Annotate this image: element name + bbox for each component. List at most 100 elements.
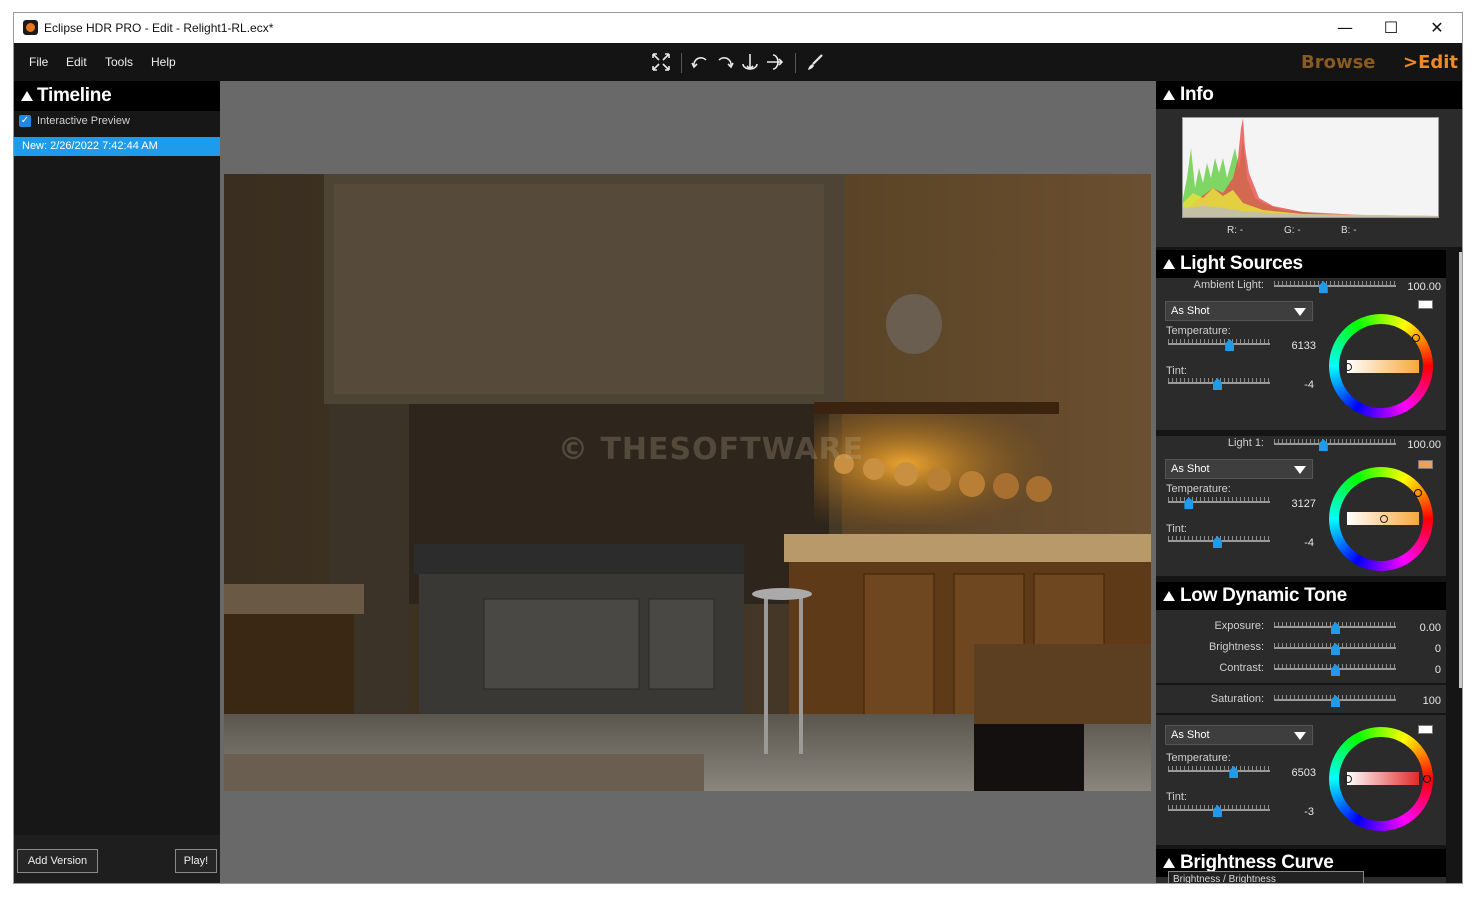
tone-temperature-slider[interactable] bbox=[1168, 766, 1270, 778]
timeline-panel: Timeline ✓ Interactive Preview New: 2/26… bbox=[14, 81, 220, 883]
tone-preset-value: As Shot bbox=[1171, 729, 1210, 741]
contrast-slider[interactable] bbox=[1274, 664, 1396, 676]
tone-color-bar[interactable] bbox=[1347, 772, 1419, 785]
menu-file[interactable]: File bbox=[29, 55, 48, 69]
tone-temperature-value: 6503 bbox=[1291, 767, 1316, 779]
rotate-left-icon[interactable] bbox=[690, 52, 710, 72]
contrast-label: Contrast: bbox=[1219, 662, 1264, 674]
light1-color-marker[interactable] bbox=[1380, 515, 1388, 523]
image-canvas[interactable]: © THESOFTWARE bbox=[220, 81, 1156, 883]
ambient-preset-dropdown[interactable]: As Shot bbox=[1165, 301, 1313, 321]
light1-slider[interactable] bbox=[1274, 439, 1396, 451]
exposure-value: 0.00 bbox=[1419, 622, 1441, 634]
interactive-preview-checkbox[interactable]: ✓ bbox=[19, 115, 31, 127]
app-logo-icon bbox=[23, 20, 38, 35]
add-version-button[interactable]: Add Version bbox=[17, 849, 98, 873]
ambient-color-marker[interactable] bbox=[1344, 363, 1352, 371]
info-header[interactable]: Info bbox=[1156, 81, 1462, 109]
histogram bbox=[1182, 117, 1439, 218]
brightness-slider[interactable] bbox=[1274, 643, 1396, 655]
kitchen-photo[interactable]: © THESOFTWARE bbox=[224, 174, 1151, 791]
collapse-triangle-icon[interactable] bbox=[1163, 259, 1175, 269]
ambient-tint-value: -4 bbox=[1304, 379, 1314, 391]
flip-vertical-icon[interactable] bbox=[740, 52, 760, 72]
collapse-triangle-icon[interactable] bbox=[1163, 591, 1175, 601]
light1-preset-value: As Shot bbox=[1171, 463, 1210, 475]
g-readout: G: - bbox=[1284, 225, 1301, 236]
light-sources-title: Light Sources bbox=[1180, 253, 1303, 274]
edit-mode-link[interactable]: >Edit bbox=[1403, 52, 1458, 73]
tone-temperature-label: Temperature: bbox=[1166, 752, 1231, 764]
fit-screen-icon[interactable] bbox=[651, 52, 671, 72]
low-dynamic-tone-header[interactable]: Low Dynamic Tone bbox=[1156, 582, 1446, 610]
menu-help[interactable]: Help bbox=[151, 55, 176, 69]
light1-temperature-slider[interactable] bbox=[1168, 497, 1270, 509]
ambient-preset-value: As Shot bbox=[1171, 305, 1210, 317]
browse-mode-link[interactable]: Browse bbox=[1301, 52, 1376, 73]
window-title: Eclipse HDR PRO - Edit - Relight1-RL.ecx… bbox=[44, 21, 274, 35]
interactive-preview-label: Interactive Preview bbox=[37, 115, 130, 127]
brightness-label: Brightness: bbox=[1208, 641, 1264, 653]
flip-horizontal-icon[interactable] bbox=[765, 52, 785, 72]
collapse-triangle-icon[interactable] bbox=[1163, 90, 1175, 100]
tone-preset-dropdown[interactable]: As Shot bbox=[1165, 725, 1313, 745]
tone-color-marker[interactable] bbox=[1344, 775, 1352, 783]
menu-bar: File Edit Tools Help Browse >Edit bbox=[14, 43, 1462, 81]
ambient-temperature-slider[interactable] bbox=[1168, 339, 1270, 351]
brush-icon[interactable] bbox=[805, 52, 825, 72]
brightness-curve-mode-dropdown[interactable]: Brightness / Brightness bbox=[1168, 871, 1364, 883]
info-section: R: - G: - B: - bbox=[1156, 109, 1462, 247]
ambient-tint-slider[interactable] bbox=[1168, 378, 1270, 390]
toolbar-separator bbox=[681, 53, 682, 73]
saturation-section: Saturation: 100 bbox=[1156, 685, 1446, 713]
play-button[interactable]: Play! bbox=[175, 849, 217, 873]
chevron-down-icon bbox=[1294, 308, 1306, 316]
timeline-header[interactable]: Timeline bbox=[14, 81, 220, 111]
ambient-color-bar[interactable] bbox=[1347, 360, 1419, 373]
light1-color-swatch[interactable] bbox=[1418, 460, 1433, 469]
light1-preset-dropdown[interactable]: As Shot bbox=[1165, 459, 1313, 479]
low-dynamic-tone-title: Low Dynamic Tone bbox=[1180, 585, 1347, 606]
light1-tint-value: -4 bbox=[1304, 537, 1314, 549]
menu-edit[interactable]: Edit bbox=[66, 55, 87, 69]
tone-tint-label: Tint: bbox=[1166, 791, 1187, 803]
tone-hue-marker[interactable] bbox=[1423, 775, 1431, 783]
tone-tint-slider[interactable] bbox=[1168, 805, 1270, 817]
maximize-button[interactable]: ☐ bbox=[1368, 13, 1414, 43]
tone-color-swatch[interactable] bbox=[1418, 725, 1433, 734]
ambient-temperature-value: 6133 bbox=[1291, 340, 1316, 352]
exposure-slider[interactable] bbox=[1274, 622, 1396, 634]
saturation-value: 100 bbox=[1422, 695, 1441, 707]
app-window: Eclipse HDR PRO - Edit - Relight1-RL.ecx… bbox=[13, 12, 1463, 884]
toolbar-separator bbox=[795, 53, 796, 73]
light-sources-header[interactable]: Light Sources bbox=[1156, 250, 1446, 278]
info-title: Info bbox=[1180, 84, 1214, 105]
saturation-slider[interactable] bbox=[1274, 695, 1396, 707]
light1-tint-slider[interactable] bbox=[1168, 536, 1270, 548]
photo-image bbox=[224, 174, 1151, 791]
right-panel-scrollbar[interactable] bbox=[1459, 252, 1462, 688]
light1-tint-label: Tint: bbox=[1166, 523, 1187, 535]
exposure-label: Exposure: bbox=[1214, 620, 1264, 632]
timeline-entry[interactable]: New: 2/26/2022 7:42:44 AM bbox=[14, 137, 220, 156]
collapse-triangle-icon[interactable] bbox=[1163, 858, 1175, 868]
tone-color-section: As Shot Temperature: 6503 Tint: -3 bbox=[1156, 715, 1446, 845]
ambient-light-label: Ambient Light: bbox=[1193, 279, 1264, 291]
tone-sliders-section: Exposure: 0.00 Brightness: 0 Contrast: 0 bbox=[1156, 610, 1446, 683]
light1-section: Light 1: 100.00 As Shot Temperature: 312… bbox=[1156, 436, 1446, 576]
light1-temperature-label: Temperature: bbox=[1166, 483, 1231, 495]
r-readout: R: - bbox=[1227, 225, 1244, 236]
collapse-triangle-icon[interactable] bbox=[21, 91, 33, 101]
rotate-right-icon[interactable] bbox=[715, 52, 735, 72]
minimize-button[interactable]: — bbox=[1322, 13, 1368, 43]
adjustments-panel: Info R: - G: - B: - Light Sources Ambien… bbox=[1156, 81, 1462, 883]
close-button[interactable]: ✕ bbox=[1414, 13, 1460, 43]
ambient-temperature-label: Temperature: bbox=[1166, 325, 1231, 337]
ambient-light-slider[interactable] bbox=[1274, 281, 1396, 293]
tone-tint-value: -3 bbox=[1304, 806, 1314, 818]
ambient-light-section: Ambient Light: 100.00 As Shot Temperatur… bbox=[1156, 278, 1446, 430]
menu-tools[interactable]: Tools bbox=[105, 55, 133, 69]
ambient-hue-marker[interactable] bbox=[1412, 334, 1420, 342]
ambient-color-swatch[interactable] bbox=[1418, 300, 1433, 309]
light1-hue-marker[interactable] bbox=[1414, 489, 1422, 497]
